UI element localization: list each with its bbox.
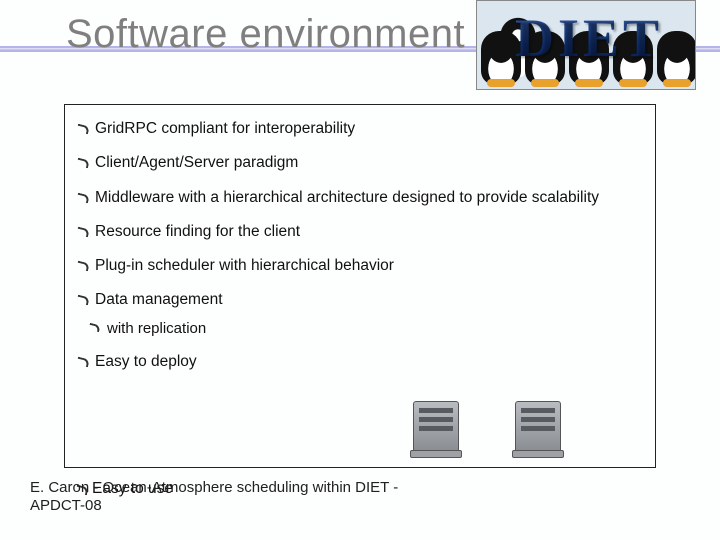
- list-item: Client/Agent/Server paradigm: [67, 149, 653, 177]
- footer-text: E. Caron - Ocean-Atmosphere scheduling w…: [30, 479, 398, 517]
- content-box: GridRPC compliant for interoperability C…: [64, 104, 656, 468]
- list-item: with replication: [67, 315, 653, 343]
- list-item: Resource finding for the client: [67, 218, 653, 246]
- server-icon: [515, 401, 561, 453]
- server-icon: [413, 401, 459, 453]
- footer-line-1: E. Caron - Ocean-Atmosphere scheduling w…: [30, 479, 398, 496]
- footer-line-2: APDCT-08: [30, 497, 102, 514]
- list-item: Easy to deploy: [67, 348, 653, 376]
- diet-logo: DIET: [476, 0, 696, 90]
- slide-title: Software environment: [66, 12, 465, 57]
- bullet-list: GridRPC compliant for interoperability C…: [67, 115, 653, 377]
- sub-bullet-list: with replication: [67, 315, 653, 343]
- list-item: Data management: [67, 286, 653, 314]
- list-item: GridRPC compliant for interoperability: [67, 115, 653, 143]
- server-icons: [413, 401, 561, 453]
- logo-text: DIET: [515, 7, 663, 69]
- list-item: Plug-in scheduler with hierarchical beha…: [67, 252, 653, 280]
- list-item: Middleware with a hierarchical architect…: [67, 184, 653, 212]
